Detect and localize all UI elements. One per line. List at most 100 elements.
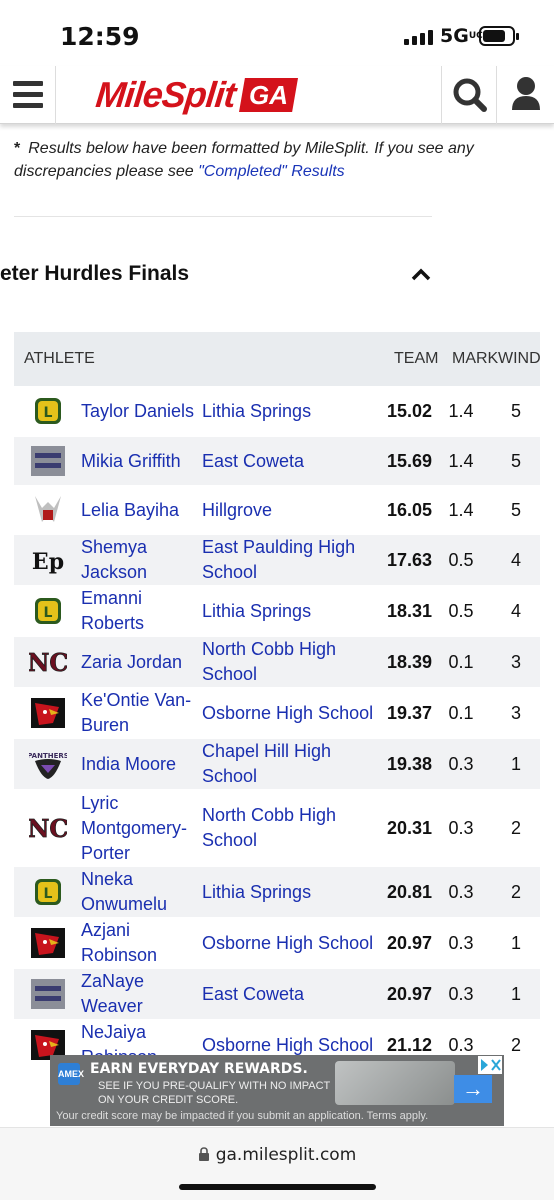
table-row: NC Lyric Montgomery-Porter North Cobb High… [14, 790, 540, 867]
wind-value: 1.4 [448, 450, 474, 471]
athlete-link[interactable]: Taylor Daniels [81, 399, 202, 424]
wind-value: 0.3 [448, 983, 474, 1004]
milesplit-logo[interactable]: MileSplit GA [94, 74, 299, 115]
lithia-springs-logo[interactable]: L [29, 874, 67, 910]
place-value: 3 [510, 651, 521, 672]
completed-results-link[interactable]: "Completed" Results [198, 163, 345, 180]
wind-value: 0.1 [448, 702, 474, 723]
team-logo-cell [14, 443, 81, 479]
status-bar: 12:59 5GUC [0, 0, 554, 70]
wind-value: 0.3 [448, 881, 474, 902]
table-row: Mikia Griffith East Coweta 15.69 1.4 5 [14, 437, 540, 486]
team-link[interactable]: Osborne High School [202, 931, 384, 956]
place-value: 1 [510, 983, 521, 1004]
svg-text:NC: NC [29, 648, 67, 677]
team-link[interactable]: East Coweta [202, 982, 384, 1007]
mark-value: 20.97 [386, 932, 432, 953]
team-link[interactable]: North Cobb High School [202, 637, 384, 687]
hillgrove-logo[interactable] [29, 492, 67, 528]
results-note: * Results below have been formatted by Mi… [14, 140, 474, 180]
table-row: PANTHERS India Moore Chapel Hill High Scho… [14, 739, 540, 790]
team-link[interactable]: Chapel Hill High School [202, 739, 384, 789]
header-mark: MARK [452, 350, 499, 367]
osborne-logo[interactable] [29, 695, 67, 731]
athlete-link[interactable]: Shemya Jackson [81, 535, 202, 585]
north-cobb-logo[interactable]: NC [29, 810, 67, 846]
athlete-link[interactable]: Lyric Montgomery-Porter [81, 791, 202, 866]
team-link[interactable]: East Paulding High School [202, 535, 384, 585]
athlete-link[interactable]: ZaNaye Weaver [81, 969, 202, 1019]
table-row: Azjani Robinson Osborne High School 20.97 0… [14, 918, 540, 969]
east-coweta-logo[interactable] [29, 976, 67, 1012]
team-link[interactable]: Osborne High School [202, 1033, 384, 1058]
ad-body: SEE IF YOU PRE-QUALIFY WITH NO IMPACT ON… [98, 1080, 331, 1106]
ad-headline: EARN EVERYDAY REWARDS. [90, 1061, 308, 1077]
athlete-link[interactable]: Ke'Ontie Van-Buren [81, 688, 202, 738]
table-row: ZaNaye Weaver East Coweta 20.97 0.3 1 [14, 969, 540, 1020]
chapel-hill-logo[interactable]: PANTHERS [29, 746, 67, 782]
athlete-link[interactable]: Lelia Bayiha [81, 498, 202, 523]
lithia-springs-logo[interactable]: L [29, 393, 67, 429]
credit-card-image [335, 1061, 455, 1105]
north-cobb-logo[interactable]: NC [29, 644, 67, 680]
athlete-link[interactable]: India Moore [81, 752, 202, 777]
place-value: 4 [510, 549, 521, 570]
results-table: ATHLETE TEAM MARK WIND L Taylor Daniels Li… [14, 332, 541, 1071]
athlete-link[interactable]: Emanni Roberts [81, 586, 202, 636]
mark-value: 21.12 [386, 1034, 432, 1055]
athlete-link[interactable]: Nneka Onwumelu [81, 867, 202, 917]
svg-text:PANTHERS: PANTHERS [29, 752, 67, 760]
team-logo-cell [14, 695, 81, 731]
wind-value: 0.3 [448, 1034, 474, 1055]
athlete-link[interactable]: Zaria Jordan [81, 650, 202, 675]
table-row: L Nneka Onwumelu Lithia Springs 20.81 0.3 2 [14, 867, 540, 918]
browser-address-bar[interactable]: ga.milesplit.com [0, 1127, 554, 1200]
ad-choices-close[interactable] [478, 1056, 502, 1074]
menu-button[interactable] [0, 66, 56, 124]
athlete-link[interactable]: Azjani Robinson [81, 918, 202, 968]
east-paulding-logo[interactable]: Ep [29, 542, 67, 578]
url-text[interactable]: ga.milesplit.com [0, 1145, 554, 1165]
header-team: TEAM [394, 350, 439, 367]
athlete-link[interactable]: Mikia Griffith [81, 449, 202, 474]
team-link[interactable]: Hillgrove [202, 498, 384, 523]
lithia-springs-logo[interactable]: L [29, 593, 67, 629]
header-wind: WIND [498, 350, 541, 367]
team-link[interactable]: North Cobb High School [202, 803, 384, 853]
mark-value: 20.31 [386, 817, 432, 838]
team-link[interactable]: Osborne High School [202, 701, 384, 726]
advertisement[interactable]: AMEX EARN EVERYDAY REWARDS. SEE IF YOU P… [50, 1055, 504, 1126]
mark-value: 18.31 [386, 600, 432, 621]
osborne-logo[interactable] [29, 925, 67, 961]
signal-icon [404, 30, 433, 45]
mark-value: 20.81 [386, 881, 432, 902]
account-button[interactable] [498, 66, 554, 124]
site-header: MileSplit GA [0, 66, 554, 124]
team-link[interactable]: East Coweta [202, 449, 384, 474]
wind-value: 0.3 [448, 932, 474, 953]
search-button[interactable] [441, 66, 497, 124]
wind-value: 1.4 [448, 400, 474, 421]
team-logo-cell [14, 492, 81, 528]
east-coweta-logo[interactable] [29, 443, 67, 479]
place-value: 5 [510, 450, 521, 471]
team-link[interactable]: Lithia Springs [202, 880, 384, 905]
table-row: Lelia Bayiha Hillgrove 16.05 1.4 5 [14, 486, 540, 535]
collapse-button[interactable] [410, 265, 432, 283]
home-indicator[interactable] [179, 1184, 376, 1190]
team-link[interactable]: Lithia Springs [202, 399, 384, 424]
mark-value: 19.38 [386, 753, 432, 774]
mark-value: 16.05 [386, 499, 432, 520]
mark-value: 15.02 [386, 400, 432, 421]
place-value: 1 [510, 753, 521, 774]
table-row: NC Zaria Jordan North Cobb High School 18.3… [14, 637, 540, 688]
place-value: 4 [510, 600, 521, 621]
team-logo-cell: L [14, 393, 81, 429]
wind-value: 0.5 [448, 549, 474, 570]
place-value: 5 [510, 499, 521, 520]
search-icon [453, 78, 487, 112]
place-value: 3 [510, 702, 521, 723]
ad-arrow-button[interactable]: → [454, 1075, 492, 1103]
team-link[interactable]: Lithia Springs [202, 599, 384, 624]
user-icon [512, 77, 540, 110]
